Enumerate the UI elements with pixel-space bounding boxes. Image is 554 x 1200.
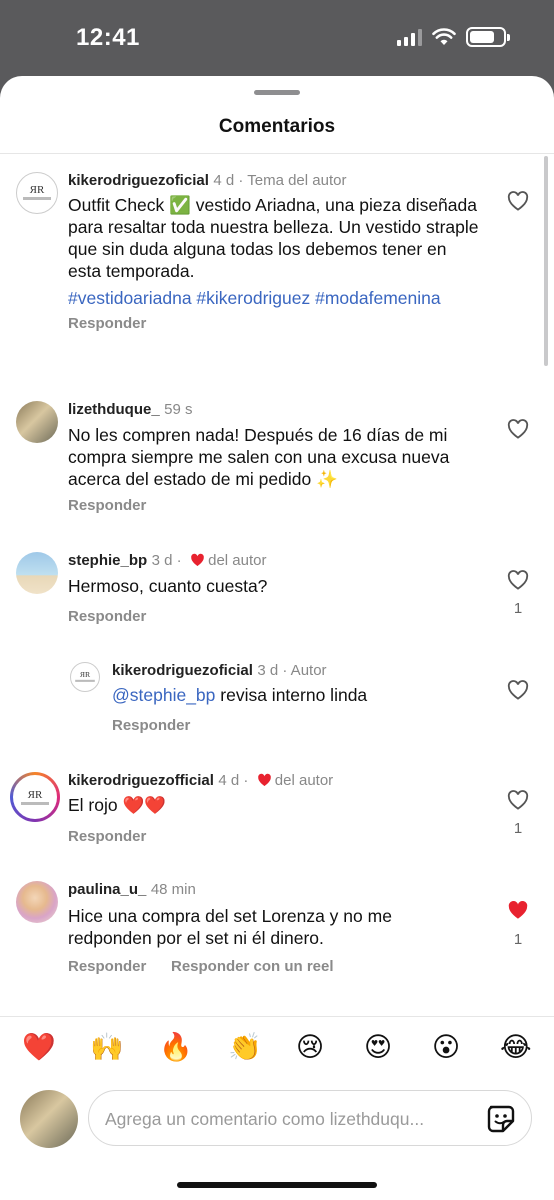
svg-text:ЯR: ЯR [80, 670, 91, 679]
comment-text-block: @stephie_bp revisa interno linda [112, 684, 492, 706]
comment-header: kikerodriguezoficial 4 d · Tema del auto… [68, 172, 346, 190]
avatar[interactable] [16, 881, 58, 923]
heart-icon[interactable] [507, 570, 529, 590]
wifi-icon [432, 28, 456, 45]
avatar[interactable]: ЯR [70, 662, 100, 692]
divider [0, 153, 554, 154]
sheet-grabber[interactable] [254, 90, 300, 95]
author-like-label: del autor [274, 772, 334, 789]
avatar[interactable] [16, 552, 58, 594]
comment-username[interactable]: kikerodriguezoficial [68, 172, 209, 189]
kr-logo-icon: ЯR [21, 789, 49, 805]
comment-input-box[interactable] [88, 1090, 532, 1146]
comment-input[interactable] [105, 1105, 465, 1133]
author-liked-heart-icon [257, 773, 271, 786]
reply-button[interactable]: Responder [68, 608, 146, 625]
comment-meta: 59 s [164, 401, 193, 418]
comment-text-block: Outfit Check ✅ vestido Ariadna, una piez… [68, 194, 480, 309]
comment-text: revisa interno linda [215, 685, 368, 705]
comment-header: kikerodriguezoficial 3 d · Autor [112, 662, 327, 680]
cellular-signal-icon [397, 28, 422, 46]
comment-input-row [0, 1082, 554, 1164]
comment-hashtags[interactable]: #vestidoariadna #kikerodriguez #modafeme… [68, 287, 480, 309]
current-user-avatar[interactable] [20, 1090, 78, 1148]
comment-meta: 4 d · [218, 772, 249, 789]
reply-button[interactable]: Responder [68, 315, 146, 332]
emoji-raised-hands[interactable]: 🙌 [90, 1033, 124, 1063]
reply-button[interactable]: Responder [68, 497, 146, 514]
comment-username[interactable]: kikerodriguezofficial [68, 772, 214, 789]
sticker-icon[interactable] [485, 1103, 517, 1135]
avatar[interactable] [16, 401, 58, 443]
comment-meta: 3 d · [151, 552, 182, 569]
battery-level [470, 31, 494, 43]
comment-header: lizethduque_ 59 s [68, 401, 192, 419]
sheet-title: Comentarios [218, 116, 336, 137]
author-liked-heart-icon [191, 553, 204, 566]
comment-header: paulina_u_ 48 min [68, 881, 196, 899]
comment-meta: 4 d · Tema del autor [213, 172, 347, 189]
kr-logo-icon: ЯR [23, 184, 51, 200]
scrollbar[interactable] [544, 156, 548, 366]
comment-text: Outfit Check ✅ vestido Ariadna, una piez… [68, 195, 479, 281]
reply-button[interactable]: Responder [68, 828, 146, 845]
comment-username[interactable]: kikerodriguezoficial [112, 662, 253, 679]
svg-text:ЯR: ЯR [28, 789, 43, 801]
reply-button[interactable]: Responder [112, 717, 190, 734]
like-count: 1 [513, 931, 523, 948]
heart-icon[interactable] [507, 191, 529, 211]
emoji-heart-eyes[interactable]: 😍 [364, 1033, 392, 1063]
comment-text: No les compren nada! Después de 16 días … [68, 425, 450, 489]
emoji-laughing[interactable]: 😂 [500, 1033, 532, 1063]
heart-icon[interactable] [507, 419, 529, 439]
reply-with-reel-button[interactable]: Responder con un reel [171, 958, 334, 975]
reply-button[interactable]: Responder [68, 958, 146, 975]
emoji-heart[interactable]: ❤️ [22, 1033, 56, 1063]
comment-header: kikerodriguezofficial 4 d · del autor [68, 772, 333, 790]
emoji-quick-reactions: ❤️ 🙌 🔥 👏 😢 😍 😮 😂 [0, 1016, 554, 1082]
comment-text: El rojo ❤️❤️ [68, 795, 167, 815]
emoji-surprised[interactable]: 😮 [432, 1033, 460, 1063]
comments-sheet: Comentarios ЯR kikerodriguezoficial 4 d … [0, 76, 554, 1200]
comment-text: Hice una compra del set Lorenza y no me … [68, 906, 392, 948]
heart-icon[interactable] [507, 790, 529, 810]
comment-username[interactable]: lizethduque_ [68, 401, 160, 418]
heart-filled-icon[interactable] [507, 900, 529, 920]
emoji-fire[interactable]: 🔥 [159, 1033, 193, 1063]
svg-text:ЯR: ЯR [30, 184, 45, 196]
comment-meta: 3 d · Autor [257, 662, 327, 679]
emoji-cry[interactable]: 😢 [296, 1033, 324, 1063]
battery-icon [466, 27, 510, 47]
status-bar: 12:41 [0, 0, 554, 76]
author-like-label: del autor [208, 552, 267, 569]
comment-username[interactable]: paulina_u_ [68, 881, 146, 898]
heart-icon[interactable] [507, 680, 529, 700]
like-count: 1 [513, 600, 523, 617]
kr-logo-icon: ЯR [75, 670, 95, 682]
like-count: 1 [513, 820, 523, 837]
comment-header: stephie_bp 3 d · del autor [68, 552, 266, 570]
status-icons [397, 27, 510, 47]
avatar[interactable]: ЯR [10, 772, 60, 822]
comment-text: Hermoso, cuanto cuesta? [68, 576, 268, 596]
avatar[interactable]: ЯR [16, 172, 58, 214]
emoji-clap[interactable]: 👏 [228, 1033, 262, 1063]
home-indicator [177, 1182, 377, 1188]
comment-username[interactable]: stephie_bp [68, 552, 147, 569]
mention-link[interactable]: @stephie_bp [112, 685, 215, 705]
comment-meta: 48 min [150, 881, 196, 898]
status-time: 12:41 [76, 24, 140, 51]
